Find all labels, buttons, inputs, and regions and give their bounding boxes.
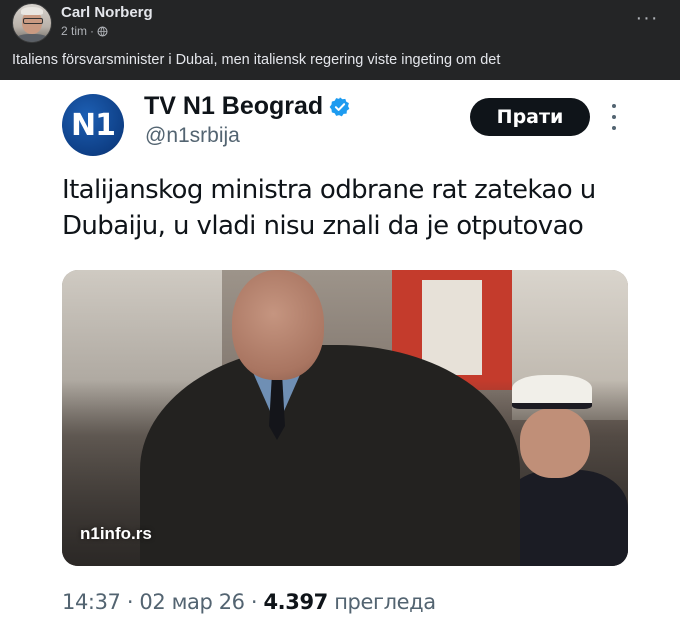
tweet-date: 02 мар 26 [139, 590, 245, 614]
tweet-account: TV N1 Beograd [144, 92, 351, 121]
poster-name[interactable]: Carl Norberg [61, 4, 153, 21]
tweet-more-icon[interactable] [606, 104, 622, 130]
post-more-button[interactable]: ··· [632, 6, 662, 30]
meta-separator: · [90, 24, 95, 38]
avatar[interactable] [12, 3, 52, 43]
tweet-footer: 14:37 · 02 мар 26 · 4.397 прегледа [62, 590, 436, 614]
post-meta: 2 tim · [61, 24, 108, 38]
tweet-photo[interactable]: n1info.rs [62, 270, 628, 566]
views-count: 4.397 [263, 590, 328, 614]
photo-watermark: n1info.rs [80, 524, 152, 543]
tweet-account-name: TV N1 Beograd [144, 92, 324, 120]
tweet-text: Italijanskog ministra odbrane rat zateka… [62, 175, 596, 241]
post-time[interactable]: 2 tim [61, 24, 87, 38]
follow-button[interactable]: Прати [470, 98, 590, 136]
views-label: прегледа [334, 590, 436, 614]
post-text: Italiens försvarsminister i Dubai, men i… [12, 52, 501, 68]
tweet-handle: @n1srbija [145, 124, 240, 147]
post-header: Carl Norberg 2 tim · ··· Italiens försva… [0, 0, 680, 80]
tweet-time: 14:37 [62, 590, 121, 614]
globe-icon [97, 25, 108, 37]
verified-badge-icon [329, 96, 350, 116]
n1-logo: N1 [62, 94, 124, 156]
footer-dot: · [126, 590, 134, 614]
footer-dot: · [250, 590, 258, 614]
